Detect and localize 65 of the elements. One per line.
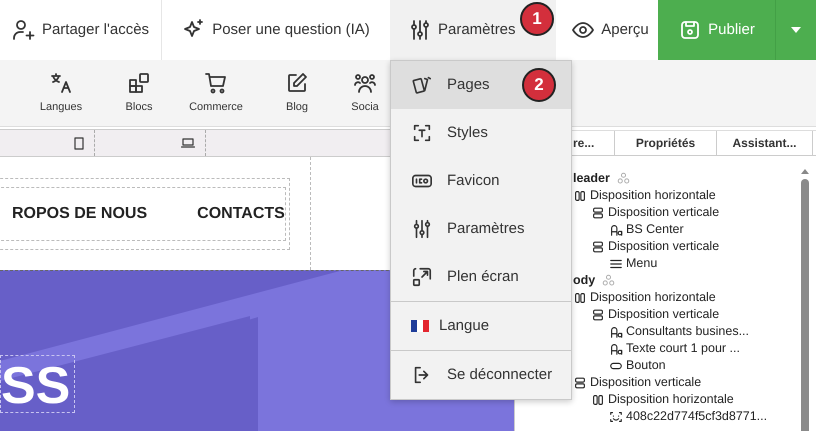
laptop-icon[interactable] [181,138,195,148]
translate-icon [49,70,73,95]
cart-icon [204,70,228,95]
toolbar-tool[interactable]: Socia [340,60,390,126]
blocks-icon [127,70,151,95]
dropdown-toggle-button[interactable] [775,0,816,60]
vertical-layout-icon [591,240,605,254]
sliders-icon [411,218,433,240]
vertical-layout-icon [591,206,605,220]
image-icon [609,410,623,424]
person-plus-icon [12,18,36,42]
text-icon [609,324,623,338]
nav-link[interactable]: CONTACTS [197,202,285,226]
expand-icon [411,266,433,288]
horizontal-layout-icon [591,392,605,406]
tree-item[interactable]: ody [573,272,816,289]
tablet-icon[interactable] [74,136,84,150]
scroll-up-icon[interactable] [800,167,810,175]
text-icon [609,222,623,236]
tool-label: Blog [286,100,308,115]
pencil-square-icon [285,70,309,95]
tree-item[interactable]: Disposition verticale [573,306,816,323]
component-icon [602,274,616,287]
cards-icon [411,74,433,96]
toolbar-tool[interactable]: Blocs [100,60,178,126]
vertical-layout-icon [573,376,587,390]
tree-item[interactable]: Menu [573,255,816,272]
nav-link[interactable]: ROPOS DE NOUS [12,202,148,226]
toolbar-tool[interactable]: Blog [254,60,340,126]
toolbar-tool[interactable]: Langues [22,60,100,126]
scrollbar[interactable] [800,167,810,431]
text-icon [609,342,623,356]
tree-item[interactable]: Texte court 1 pour ... [573,340,816,357]
dropdown-option[interactable]: Langue [391,302,571,350]
tree-item[interactable]: Disposition horizontale [573,391,816,408]
tree-item[interactable]: leader [573,170,816,187]
horizontal-layout-icon [573,290,587,304]
tree-item[interactable]: Consultants busines... [573,323,816,340]
vertical-layout-icon [591,308,605,322]
flag-icon [411,320,429,332]
component-icon [616,172,630,185]
tool-label: Langues [40,100,82,115]
hero-heading: SS [0,355,76,413]
tree-item[interactable]: Disposition verticale [573,204,816,221]
tree-item[interactable]: Disposition verticale [573,374,816,391]
dropdown-option[interactable]: Paramètres [391,205,571,253]
dropdown-option[interactable]: Se déconnecter [391,351,571,399]
tool-label: Blocs [126,100,152,115]
tool-label: Socia [351,100,379,115]
sliders-icon [408,18,432,42]
dropdown-option[interactable]: Favicon [391,157,571,205]
toolbar-tool[interactable]: Commerce [178,60,254,126]
panel-tab[interactable]: re... [572,131,615,155]
dropdown-option[interactable]: Plen écran [391,253,571,301]
tree-item[interactable]: BS Center [573,221,816,238]
dropdown-option[interactable]: Styles [391,109,571,157]
tree-item[interactable]: Disposition horizontale [573,289,816,306]
tree-item[interactable]: Disposition horizontale [573,187,816,204]
text-frame-icon [411,122,433,144]
horizontal-layout-icon [573,188,587,202]
tree-item[interactable]: Bouton [573,357,816,374]
caret-icon [791,27,801,33]
tree-item[interactable]: 408c22d774f5cf3d8771... [573,408,816,425]
tree-item[interactable]: Disposition verticale [573,238,816,255]
tool-label: Commerce [189,100,243,115]
